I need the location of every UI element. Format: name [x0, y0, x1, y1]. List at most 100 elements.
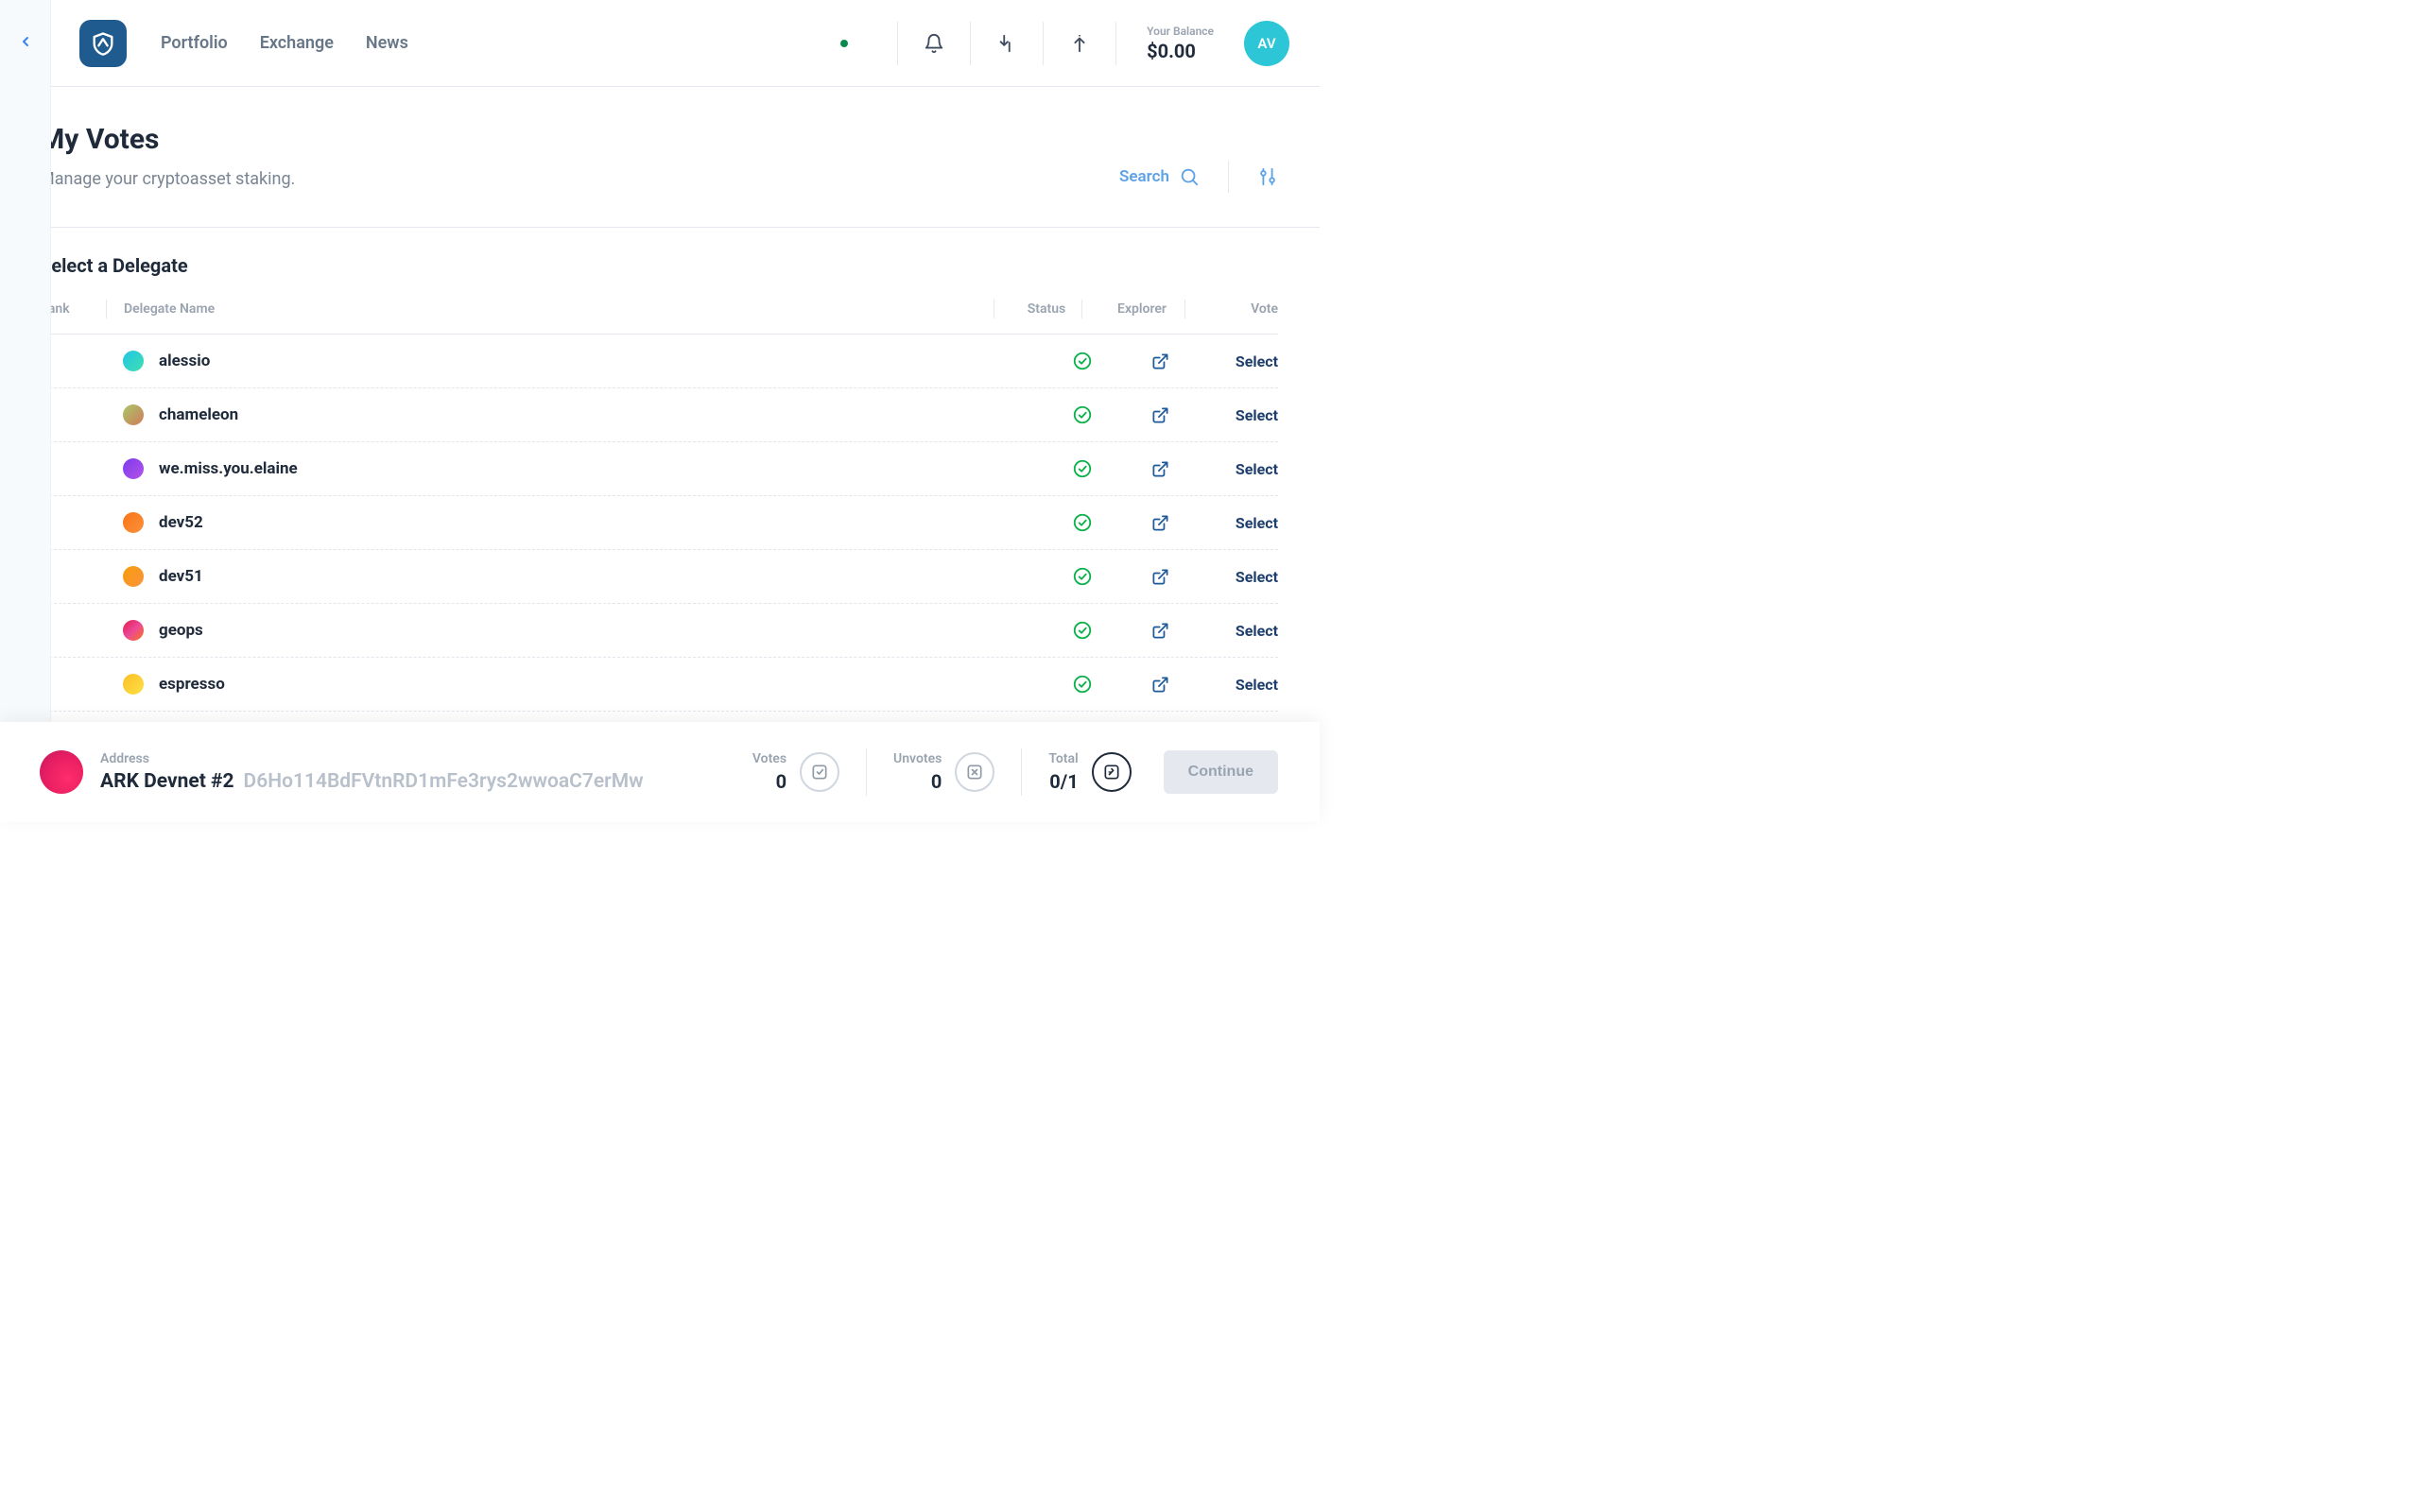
explorer-link[interactable]: [1117, 676, 1202, 694]
delegate-row: 7 espresso Select: [51, 658, 1278, 712]
page-subtitle: Manage your cryptoasset staking.: [51, 169, 1119, 189]
explorer-link[interactable]: [1117, 352, 1202, 370]
external-link-icon: [1151, 514, 1169, 532]
delegate-avatar: [123, 674, 144, 695]
status-active-icon: [1072, 566, 1093, 587]
balance: Your Balance $0.00: [1147, 25, 1214, 62]
external-link-icon: [1151, 622, 1169, 640]
unvotes-stat: Unvotes 0: [893, 751, 994, 793]
delegate-avatar: [123, 566, 144, 587]
select-button[interactable]: Select: [1236, 352, 1278, 370]
table-header: Rank Delegate Name Status Explorer Vote: [51, 300, 1278, 335]
status-active-icon: [1072, 458, 1093, 479]
nav-portfolio[interactable]: Portfolio: [161, 33, 228, 53]
receive-icon[interactable]: [994, 30, 1020, 57]
total-label: Total: [1048, 751, 1078, 766]
delegate-name: espresso: [159, 675, 1047, 694]
unvotes-label: Unvotes: [893, 751, 942, 766]
continue-button[interactable]: Continue: [1164, 750, 1278, 794]
delegate-row: 4 dev52 Select: [51, 496, 1278, 550]
external-link-icon: [1151, 676, 1169, 694]
delegate-name: dev52: [159, 513, 1047, 532]
profile-avatar[interactable]: AV: [1244, 21, 1289, 66]
wallet-hash: D6Ho114BdFVtnRD1mFe3rys2wwoaC7erMw: [244, 770, 644, 793]
delegate-row: 1 alessio Select: [51, 335, 1278, 388]
delegate-name: alessio: [159, 352, 1047, 370]
select-button[interactable]: Select: [1236, 568, 1278, 586]
col-explorer: Explorer: [1099, 301, 1184, 317]
delegate-row: 6 geops Select: [51, 604, 1278, 658]
rank-number: 1: [51, 352, 123, 370]
nav-exchange[interactable]: Exchange: [260, 33, 334, 53]
total-value: 0/1: [1048, 770, 1078, 793]
external-link-icon: [1151, 568, 1169, 586]
total-stat: Total 0/1: [1048, 751, 1131, 793]
rank-number: 4: [51, 513, 123, 532]
side-gutter: [0, 0, 51, 822]
sliders-icon: [1257, 166, 1278, 187]
col-vote: Vote: [1202, 301, 1278, 317]
rank-number: 2: [51, 405, 123, 424]
balance-label: Your Balance: [1147, 25, 1214, 38]
external-link-icon: [1151, 406, 1169, 424]
rank-number: 7: [51, 675, 123, 694]
status-active-icon: [1072, 404, 1093, 425]
explorer-link[interactable]: [1117, 460, 1202, 478]
address-label: Address: [100, 751, 752, 766]
back-button[interactable]: [18, 34, 33, 49]
delegate-avatar: [123, 351, 144, 371]
balance-value: $0.00: [1147, 40, 1214, 62]
votes-label: Votes: [752, 751, 786, 766]
votes-value: 0: [752, 770, 786, 793]
footer-bar: Address ARK Devnet #2 D6Ho114BdFVtnRD1mF…: [0, 722, 1320, 822]
status-active-icon: [1072, 674, 1093, 695]
col-rank: Rank: [51, 301, 106, 317]
select-button[interactable]: Select: [1236, 514, 1278, 532]
select-button[interactable]: Select: [1236, 460, 1278, 478]
unvotes-value: 0: [893, 770, 942, 793]
send-icon[interactable]: [1066, 30, 1093, 57]
delegate-avatar: [123, 512, 144, 533]
delegate-name: geops: [159, 621, 1047, 640]
external-link-icon: [1151, 352, 1169, 370]
delegate-avatar: [123, 404, 144, 425]
rank-number: 5: [51, 567, 123, 586]
section-title: Select a Delegate: [51, 254, 1278, 277]
delegate-name: we.miss.you.elaine: [159, 459, 1047, 478]
select-button[interactable]: Select: [1236, 676, 1278, 694]
search-icon: [1179, 166, 1200, 187]
wallet-avatar: [40, 750, 83, 794]
votes-stat: Votes 0: [752, 751, 839, 793]
select-button[interactable]: Select: [1236, 406, 1278, 424]
delegate-row: 2 chameleon Select: [51, 388, 1278, 442]
wallet-name: ARK Devnet #2: [100, 770, 234, 793]
total-edit-icon: [1092, 752, 1132, 792]
col-status: Status: [1011, 301, 1081, 317]
explorer-link[interactable]: [1117, 514, 1202, 532]
status-active-icon: [1072, 512, 1093, 533]
delegate-row: 3 we.miss.you.elaine Select: [51, 442, 1278, 496]
search-button[interactable]: Search: [1119, 166, 1200, 187]
delegate-avatar: [123, 620, 144, 641]
filter-button[interactable]: [1257, 166, 1278, 187]
rank-number: 6: [51, 621, 123, 640]
page-title: My Votes: [51, 123, 1119, 156]
delegate-name: chameleon: [159, 405, 1047, 424]
app-logo[interactable]: [79, 20, 127, 67]
search-label: Search: [1119, 167, 1169, 186]
explorer-link[interactable]: [1117, 622, 1202, 640]
delegate-name: dev51: [159, 567, 1047, 586]
topbar: Portfolio Exchange News: [51, 0, 1320, 87]
network-status-dot: [840, 40, 848, 47]
notifications-icon[interactable]: [921, 30, 947, 57]
unvote-x-icon: [955, 752, 994, 792]
vote-check-icon: [800, 752, 839, 792]
explorer-link[interactable]: [1117, 406, 1202, 424]
select-button[interactable]: Select: [1236, 622, 1278, 640]
wallet-info: Address ARK Devnet #2 D6Ho114BdFVtnRD1mF…: [100, 751, 752, 793]
rank-number: 3: [51, 459, 123, 478]
explorer-link[interactable]: [1117, 568, 1202, 586]
nav-news[interactable]: News: [366, 33, 408, 53]
col-name: Delegate Name: [124, 301, 994, 317]
status-active-icon: [1072, 620, 1093, 641]
